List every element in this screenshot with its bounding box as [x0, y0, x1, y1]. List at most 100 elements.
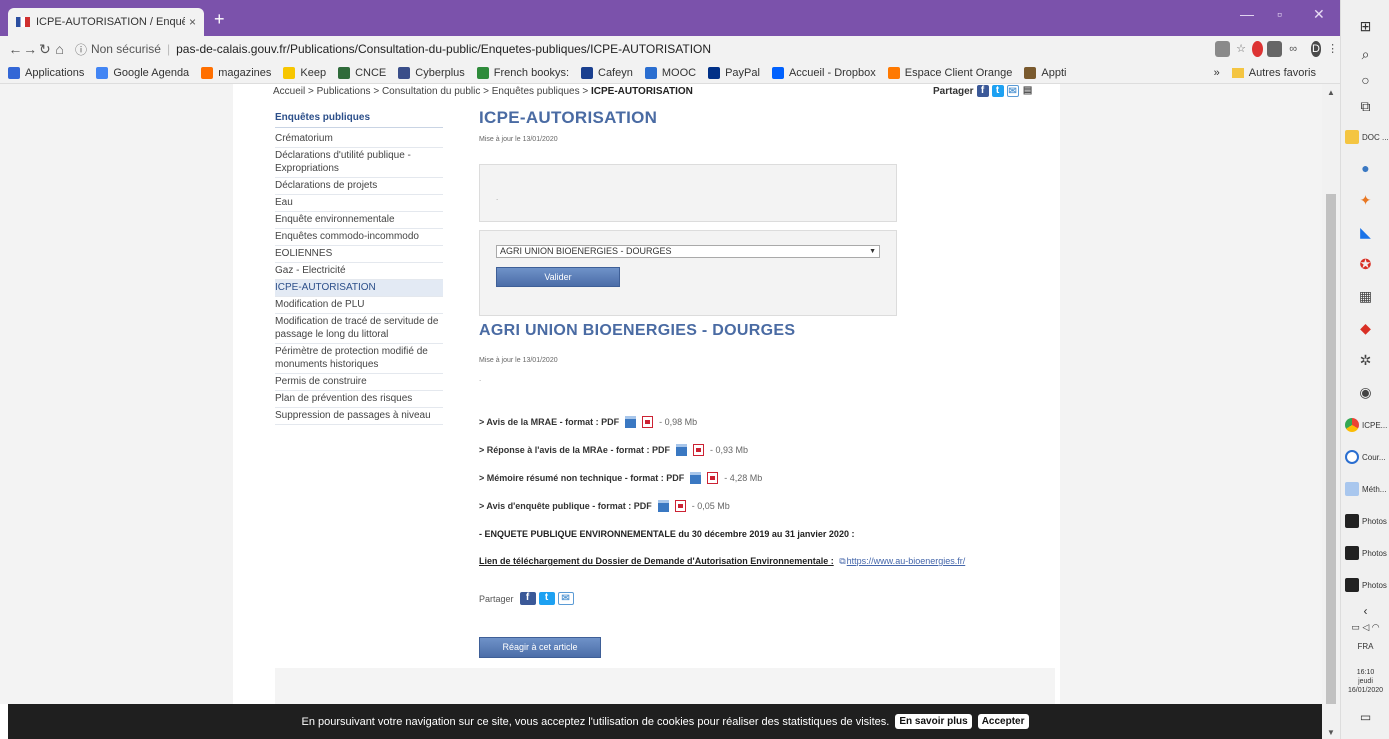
save-icon[interactable] — [657, 500, 669, 512]
bookmark-item[interactable]: Google Agenda — [96, 66, 189, 79]
bookmark-item[interactable]: French bookys: — [476, 66, 569, 79]
sidebar-item[interactable]: Plan de prévention des risques — [275, 391, 443, 408]
sidebar-item[interactable]: Permis de construire — [275, 374, 443, 391]
email-icon[interactable]: ✉ — [557, 592, 574, 605]
sidebar-item[interactable]: Suppression de passages à niveau — [275, 408, 443, 425]
maximize-icon[interactable]: ▫ — [1277, 6, 1282, 22]
breadcrumb-trail[interactable]: Accueil > Publications > Consultation du… — [273, 86, 591, 97]
home-icon[interactable]: ⌂ — [52, 41, 67, 57]
sidebar-item[interactable]: Périmètre de protection modifié de monum… — [275, 344, 443, 374]
notification-icon[interactable]: ▭ — [1341, 710, 1389, 724]
bookmark-item[interactable]: CNCE — [338, 66, 386, 79]
bookmark-item[interactable]: Accueil - Dropbox — [771, 66, 876, 79]
close-window-icon[interactable]: ✕ — [1313, 6, 1325, 23]
taskbar-app[interactable]: Méth... — [1345, 482, 1389, 496]
menu-icon[interactable]: ⋮ — [1325, 41, 1340, 57]
facebook-icon[interactable]: f — [976, 85, 989, 97]
sidebar-item[interactable]: Modification de tracé de servitude de pa… — [275, 314, 443, 344]
bookmark-item[interactable]: magazines — [201, 66, 271, 79]
validate-button[interactable]: Valider — [496, 267, 620, 287]
forward-icon[interactable]: → — [23, 41, 38, 57]
sidebar-item[interactable]: Modification de PLU — [275, 297, 443, 314]
taskbar-app[interactable]: DOC ... — [1345, 130, 1389, 144]
facebook-icon[interactable]: f — [519, 592, 536, 605]
download-link-label[interactable]: Lien de téléchargement du Dossier de Dem… — [479, 556, 834, 566]
back-icon[interactable]: ← — [8, 41, 23, 57]
accept-button[interactable]: Accepter — [977, 714, 1029, 729]
document-link[interactable]: > Avis de la MRAE - format : PDF — [479, 417, 619, 427]
print-icon[interactable]: ▤ — [1021, 85, 1034, 97]
app-icon[interactable]: ◉ — [1341, 384, 1389, 401]
taskbar-app[interactable]: Photos — [1345, 546, 1389, 560]
scroll-down-icon[interactable]: ▼ — [1327, 728, 1335, 737]
bookmark-item[interactable]: Espace Client Orange — [887, 66, 1012, 79]
document-link[interactable]: > Mémoire résumé non technique - format … — [479, 473, 684, 483]
bookmark-item[interactable]: Cafeyn — [581, 66, 633, 79]
sidebar-item[interactable]: Eau — [275, 195, 443, 212]
new-tab-button[interactable]: + — [214, 9, 225, 30]
taskbar-app[interactable]: Photos — [1345, 514, 1389, 528]
bookmarks-overflow[interactable]: » Autres favoris — [1207, 62, 1316, 83]
tab-close-icon[interactable]: × — [189, 15, 196, 29]
bookmark-item[interactable]: Applications — [8, 66, 84, 79]
app-icon[interactable]: ◆ — [1341, 320, 1389, 337]
scroll-thumb[interactable] — [1326, 194, 1336, 704]
twitter-icon[interactable]: t — [538, 592, 555, 605]
pdf-icon[interactable] — [707, 472, 719, 484]
bookmark-item[interactable]: Appti — [1024, 66, 1066, 79]
extension-icon[interactable] — [1214, 41, 1230, 57]
bookmark-item[interactable]: Cyberplus — [398, 66, 465, 79]
pdf-icon[interactable] — [642, 416, 654, 428]
taskbar-app[interactable]: Photos — [1345, 578, 1389, 592]
document-link[interactable]: > Avis d'enquête publique - format : PDF — [479, 501, 652, 511]
windows-start-icon[interactable]: ⊞ — [1341, 18, 1389, 35]
download-link-url[interactable]: https://www.au-bioenergies.fr/ — [847, 556, 966, 566]
info-icon[interactable]: ⓘ — [75, 41, 87, 58]
pdf-icon[interactable] — [674, 500, 686, 512]
taskbar-clock[interactable]: 16:10 jeudi 16/01/2020 — [1341, 668, 1389, 695]
chevron-left-icon[interactable]: ‹ — [1341, 604, 1389, 618]
profile-avatar[interactable]: D — [1310, 41, 1322, 57]
loop-icon[interactable]: ∞ — [1286, 41, 1301, 57]
sidebar-title[interactable]: Enquêtes publiques — [275, 112, 443, 128]
bookmark-star-icon[interactable]: ☆ — [1234, 41, 1249, 57]
sidebar-item[interactable]: Enquêtes commodo-incommodo — [275, 229, 443, 246]
taskbar-app[interactable]: ICPE... — [1345, 418, 1389, 432]
browser-tab[interactable]: ICPE-AUTORISATION / Enquêtes p × — [8, 8, 204, 36]
bookmark-item[interactable]: MOOC — [644, 66, 696, 79]
language-indicator[interactable]: FRA — [1341, 642, 1389, 651]
react-button[interactable]: Réagir à cet article — [479, 637, 601, 658]
search-icon[interactable]: ⌕ — [1341, 46, 1389, 63]
taskbar-app[interactable]: Cour... — [1345, 450, 1389, 464]
app-icon[interactable]: ✪ — [1341, 256, 1389, 273]
sidebar-item[interactable]: Crématorium — [275, 131, 443, 148]
sidebar-item-active[interactable]: ICPE-AUTORISATION — [275, 280, 443, 297]
other-bookmarks[interactable]: Autres favoris — [1249, 67, 1316, 79]
page-scrollbar[interactable]: ▲ ▼ — [1322, 84, 1340, 739]
task-view-icon[interactable]: ⧉ — [1341, 98, 1389, 115]
adblock-icon[interactable] — [1252, 41, 1264, 57]
scroll-up-icon[interactable]: ▲ — [1327, 88, 1335, 97]
app-icon[interactable]: ✦ — [1341, 192, 1389, 209]
pocket-icon[interactable] — [1267, 41, 1282, 57]
bookmark-item[interactable]: Keep — [283, 66, 326, 79]
sidebar-item[interactable]: Déclarations d'utilité publique - Exprop… — [275, 148, 443, 178]
cortana-icon[interactable]: ○ — [1341, 72, 1389, 88]
pdf-icon[interactable] — [692, 444, 704, 456]
sidebar-item[interactable]: Gaz - Electricité — [275, 263, 443, 280]
minimize-icon[interactable]: — — [1240, 6, 1254, 22]
twitter-icon[interactable]: t — [991, 85, 1004, 97]
sidebar-item[interactable]: Déclarations de projets — [275, 178, 443, 195]
app-icon[interactable]: ● — [1341, 160, 1389, 176]
bookmark-item[interactable]: PayPal — [708, 66, 760, 79]
reload-icon[interactable]: ↻ — [37, 41, 52, 58]
save-icon[interactable] — [625, 416, 637, 428]
settings-icon[interactable]: ✲ — [1341, 352, 1389, 369]
document-link[interactable]: > Réponse à l'avis de la MRAe - format :… — [479, 445, 670, 455]
address-bar[interactable]: ⓘ Non sécurisé | pas-de-calais.gouv.fr/P… — [75, 38, 1075, 60]
calculator-icon[interactable]: ▦ — [1341, 288, 1389, 305]
learn-more-button[interactable]: En savoir plus — [895, 714, 972, 729]
save-icon[interactable] — [690, 472, 702, 484]
sidebar-item[interactable]: EOLIENNES — [275, 246, 443, 263]
email-icon[interactable]: ✉ — [1006, 85, 1019, 97]
